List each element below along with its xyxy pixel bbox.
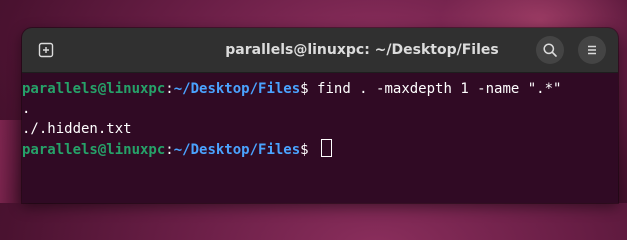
prompt-user-host: parallels@linuxpc: [22, 142, 166, 158]
output-line: .: [22, 101, 31, 117]
new-tab-button[interactable]: [32, 36, 60, 64]
search-button[interactable]: [536, 36, 564, 64]
terminal-output-area[interactable]: parallels@linuxpc:~/Desktop/Files$ find …: [22, 73, 618, 203]
prompt-symbol: $: [300, 81, 318, 97]
terminal-window[interactable]: parallels@linuxpc: ~/Desktop/Files paral…: [22, 28, 618, 203]
new-tab-icon: [38, 42, 54, 58]
prompt-path: ~/Desktop/Files: [173, 142, 301, 158]
hamburger-menu-icon: [588, 45, 596, 55]
active-prompt-line[interactable]: parallels@linuxpc:~/Desktop/Files$: [22, 139, 618, 159]
header-bar[interactable]: parallels@linuxpc: ~/Desktop/Files: [22, 28, 618, 73]
search-icon: [543, 43, 557, 57]
text-cursor: [321, 139, 333, 157]
output-line: ./.hidden.txt: [22, 121, 132, 137]
prompt-colon: :: [165, 81, 174, 97]
window-title: parallels@linuxpc: ~/Desktop/Files: [225, 42, 499, 58]
prompt-symbol: $: [300, 142, 318, 158]
prompt-user-host: parallels@linuxpc: [22, 81, 166, 97]
prompt-colon: :: [165, 142, 174, 158]
command-text: find . -maxdepth 1 -name ".*": [317, 81, 562, 97]
command-line: parallels@linuxpc:~/Desktop/Files$ find …: [22, 79, 618, 99]
prompt-path: ~/Desktop/Files: [173, 81, 301, 97]
menu-button[interactable]: [578, 36, 606, 64]
